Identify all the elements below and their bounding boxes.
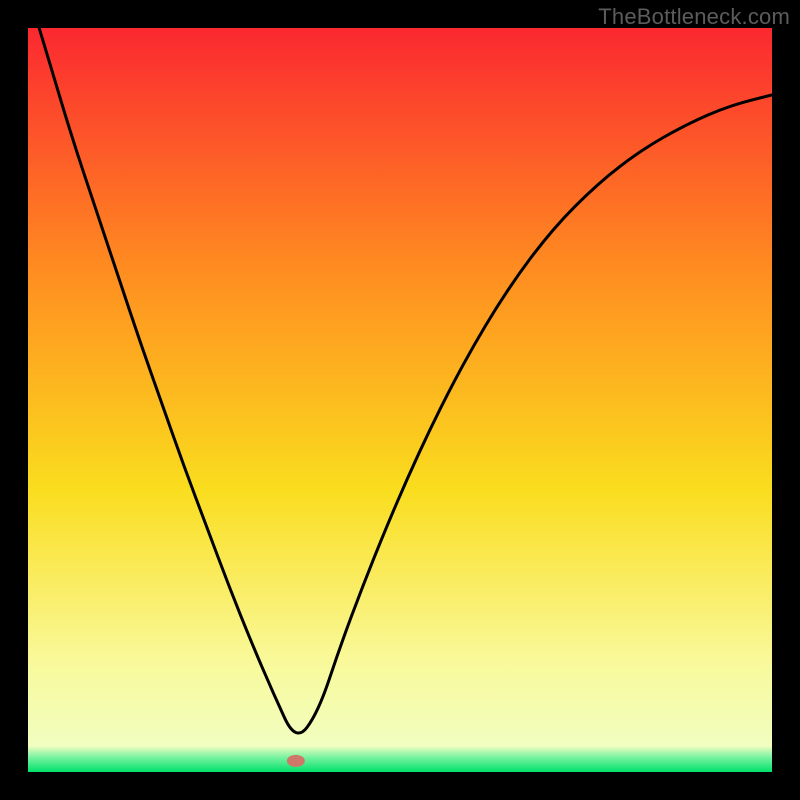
optimal-point-marker: [287, 755, 305, 767]
watermark-label: TheBottleneck.com: [598, 4, 790, 30]
plot-svg: [28, 28, 772, 772]
chart-frame: TheBottleneck.com: [0, 0, 800, 800]
plot-area: [28, 28, 772, 772]
